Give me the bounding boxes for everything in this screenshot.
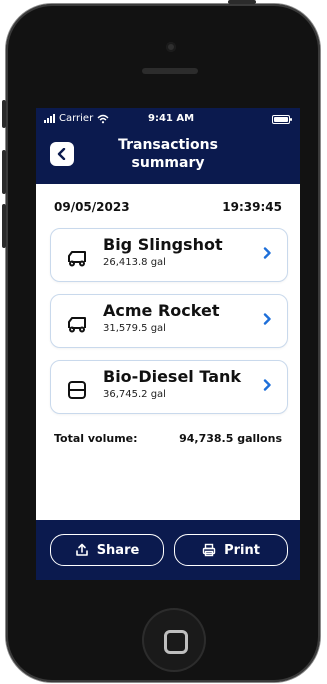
carrier: Carrier [44,113,109,124]
chevron-right-icon [263,379,271,391]
chevron-left-icon [57,148,66,160]
total-volume-label: Total volume: [54,432,138,445]
list-item[interactable]: Bio-Diesel Tank 36,745.2 gal [50,360,288,414]
battery-icon [272,115,292,124]
chevron-right-icon [263,247,271,259]
page-title: Transactions summary [82,136,254,172]
truck-icon [68,317,86,333]
total-volume-value: 94,738.5 gallons [179,432,282,445]
wifi-icon [97,114,109,123]
print-button-label: Print [224,542,260,558]
home-square-icon [164,630,188,654]
app-screen: Carrier 9:41 AM Transactions summary 09/… [36,108,300,580]
printer-icon [202,543,216,557]
page-title-line2: summary [131,155,205,171]
home-button[interactable] [142,608,206,672]
mute-switch [2,100,6,128]
earpiece-speaker [142,68,198,74]
back-button[interactable] [50,142,74,166]
front-camera [166,42,176,52]
list-item[interactable]: Big Slingshot 26,413.8 gal [50,228,288,282]
status-time: 9:41 AM [148,113,195,124]
tank-icon [68,381,86,399]
signal-icon [44,114,55,123]
carrier-label: Carrier [59,113,94,124]
power-button [228,0,256,4]
total-volume: Total volume: 94,738.5 gallons [54,432,282,445]
volume-up-button [2,150,6,194]
share-button-label: Share [96,542,140,558]
transaction-meta: 09/05/2023 19:39:45 [54,200,282,214]
item-name: Acme Rocket [103,301,220,320]
status-bar: Carrier 9:41 AM [36,108,300,130]
list-item[interactable]: Acme Rocket 31,579.5 gal [50,294,288,348]
page-title-line1: Transactions [118,137,218,153]
share-icon [75,543,88,556]
item-name: Bio-Diesel Tank [103,367,242,386]
item-name: Big Slingshot [103,235,223,254]
share-button[interactable]: Share [50,534,164,566]
truck-icon [68,251,86,267]
volume-down-button [2,204,6,248]
action-bar: Share Print [36,520,300,580]
item-volume: 26,413.8 gal [103,257,166,268]
app-header: Transactions summary [36,130,300,184]
item-volume: 31,579.5 gal [103,323,166,334]
transaction-time: 19:39:45 [222,200,282,214]
transaction-date: 09/05/2023 [54,200,130,214]
chevron-right-icon [263,313,271,325]
item-volume: 36,745.2 gal [103,389,166,400]
print-button[interactable]: Print [174,534,288,566]
